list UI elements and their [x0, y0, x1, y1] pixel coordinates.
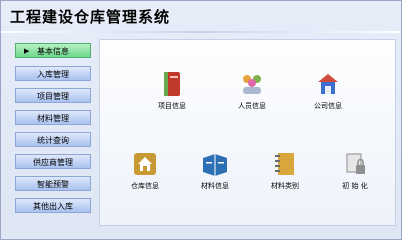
category-notebook-icon [271, 150, 299, 178]
sidebar-item-label: 基本信息 [37, 47, 69, 56]
book-icon [158, 70, 186, 98]
tile-label: 项目信息 [158, 102, 186, 110]
sidebar-item-inbound[interactable]: 入库管理 [15, 66, 91, 81]
content-panel: 项目信息 人员信息 公司信息 仓库信息 材料信息 材料类别 初 始 化 [99, 39, 396, 226]
tile-project-info[interactable]: 项目信息 [142, 70, 202, 111]
tile-label: 材料信息 [201, 182, 229, 190]
sidebar-item-basic-info[interactable]: ▶ 基本信息 [15, 43, 91, 58]
sidebar-item-statistics[interactable]: 统计查询 [15, 132, 91, 147]
sidebar-item-label: 供应商管理 [33, 158, 73, 167]
tile-label: 公司信息 [314, 102, 342, 110]
sidebar-item-label: 项目管理 [37, 92, 69, 101]
company-icon [314, 70, 342, 98]
sidebar-item-materials[interactable]: 材料管理 [15, 110, 91, 125]
sidebar-item-label: 统计查询 [37, 136, 69, 145]
app-title: 工程建设仓库管理系统 [10, 8, 171, 26]
sidebar-item-alerts[interactable]: 智能预警 [15, 176, 91, 191]
tile-material-info[interactable]: 材料信息 [185, 150, 245, 191]
main-window: 工程建设仓库管理系统 ▶ 基本信息 入库管理 项目管理 材料管理 统计查询 供应… [0, 0, 402, 240]
title-divider [1, 31, 401, 33]
tile-material-category[interactable]: 材料类别 [255, 150, 315, 191]
sidebar-item-label: 入库管理 [37, 70, 69, 79]
tile-label: 材料类别 [271, 182, 299, 190]
sidebar-item-label: 其他出入库 [33, 202, 73, 211]
material-book-icon [201, 150, 229, 178]
tile-label: 仓库信息 [131, 182, 159, 190]
sidebar-item-suppliers[interactable]: 供应商管理 [15, 154, 91, 169]
init-lock-icon [341, 150, 369, 178]
tile-label: 人员信息 [238, 102, 266, 110]
people-icon [238, 70, 266, 98]
sidebar-item-projects[interactable]: 项目管理 [15, 88, 91, 103]
sidebar-nav: ▶ 基本信息 入库管理 项目管理 材料管理 统计查询 供应商管理 智能预警 其他… [9, 39, 97, 219]
sidebar-item-other-io[interactable]: 其他出入库 [15, 198, 91, 213]
arrow-right-icon: ▶ [24, 47, 30, 55]
warehouse-icon [131, 150, 159, 178]
tile-company-info[interactable]: 公司信息 [298, 70, 358, 111]
sidebar-item-label: 智能预警 [37, 180, 69, 189]
tile-warehouse-info[interactable]: 仓库信息 [115, 150, 175, 191]
sidebar-item-label: 材料管理 [37, 114, 69, 123]
tile-personnel-info[interactable]: 人员信息 [222, 70, 282, 111]
tile-initialize[interactable]: 初 始 化 [325, 150, 385, 191]
tile-label: 初 始 化 [342, 182, 368, 190]
